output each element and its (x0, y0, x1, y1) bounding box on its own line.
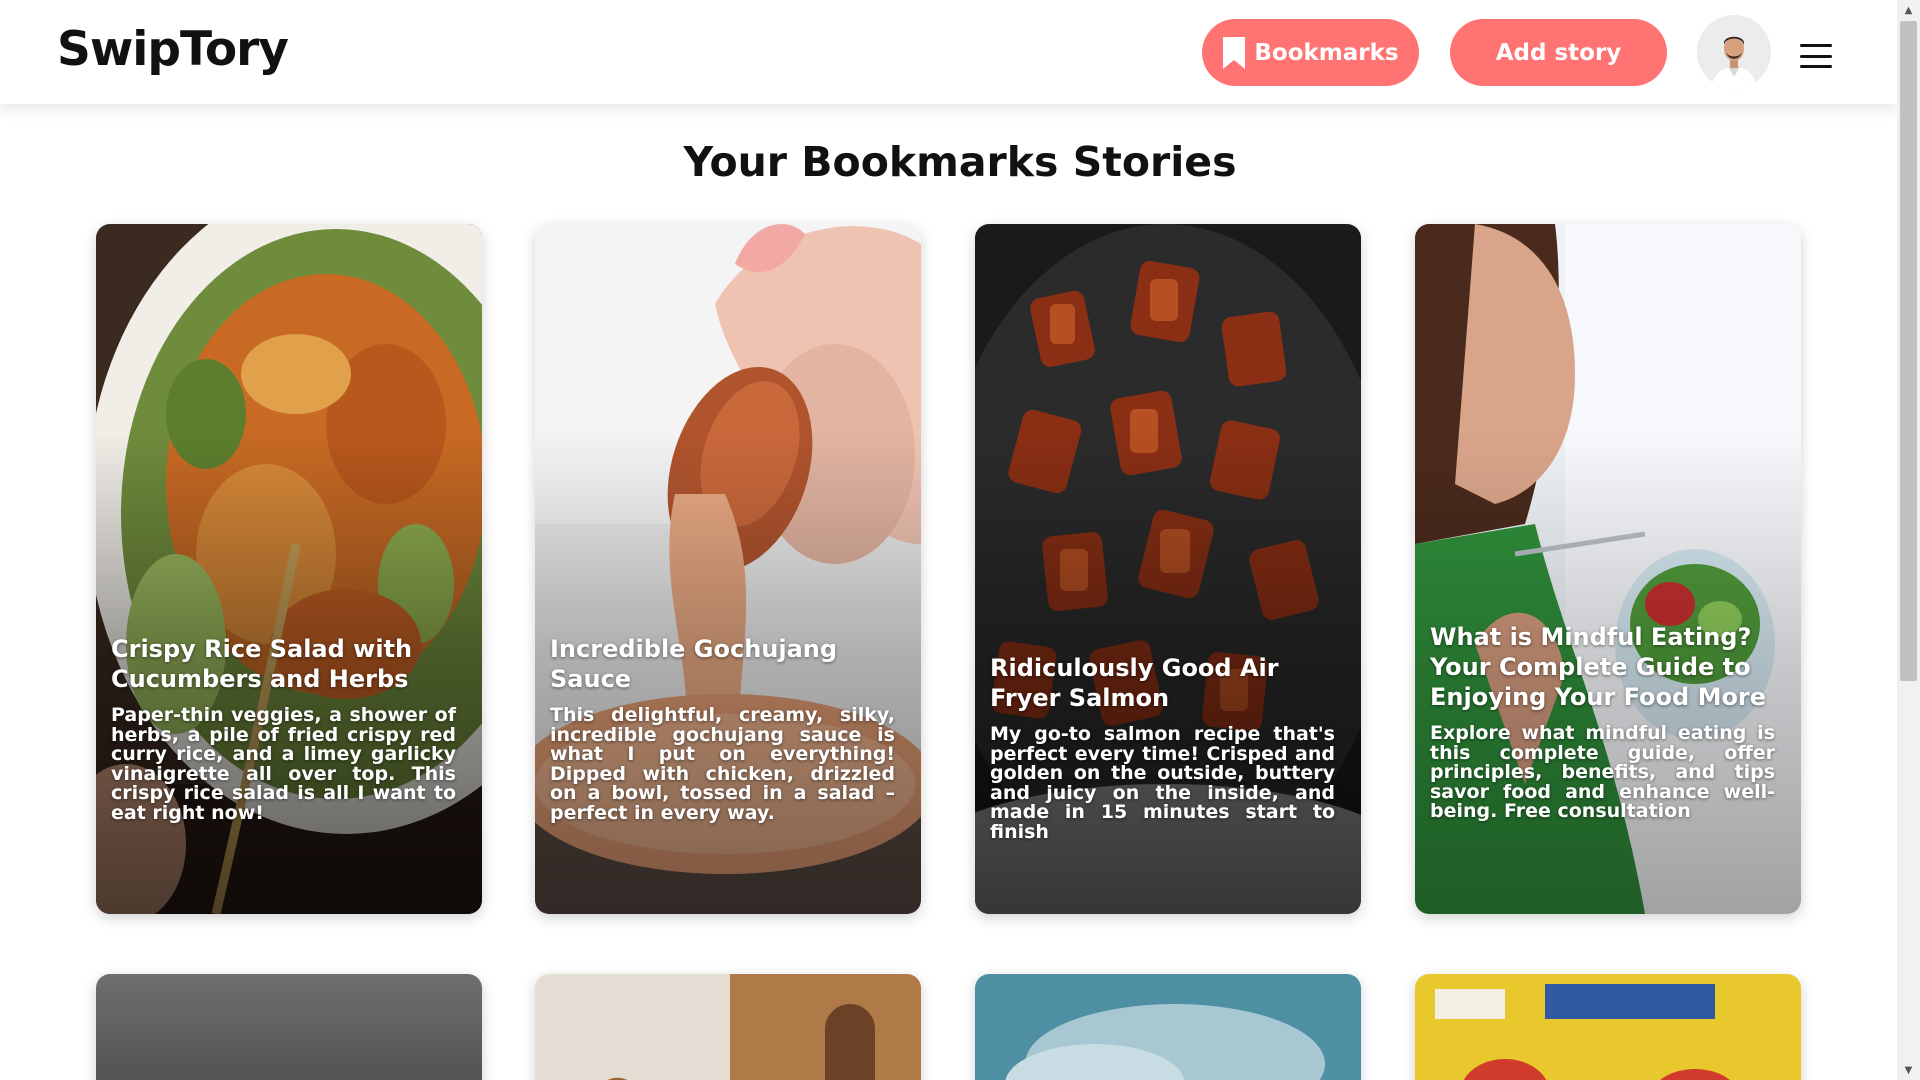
story-image (96, 974, 482, 1080)
story-card[interactable] (975, 974, 1361, 1080)
app-logo[interactable]: SwipTory (57, 22, 289, 77)
story-image (535, 974, 921, 1080)
add-story-button-label: Add story (1495, 39, 1622, 66)
story-card[interactable] (535, 974, 921, 1080)
story-card[interactable]: Incredible Gochujang Sauce This delightf… (535, 224, 921, 914)
scroll-up-icon[interactable]: ▲ (1897, 0, 1920, 20)
story-title: Incredible Gochujang Sauce (550, 635, 838, 693)
viewport: SwipTory Bookmarks Add story Your Bookma… (0, 0, 1897, 1080)
story-card[interactable]: What is Mindful Eating? Your Complete Gu… (1415, 224, 1801, 914)
story-description: Paper-thin veggies, a shower of herbs, a… (111, 704, 456, 824)
story-image (1415, 974, 1801, 1080)
story-card[interactable]: Ridiculously Good Air Fryer Salmon My go… (975, 224, 1361, 914)
story-description: Explore what mindful eating is this comp… (1430, 722, 1775, 822)
bookmarks-button-label: Bookmarks (1254, 39, 1399, 66)
story-title: Crispy Rice Salad with Cucumbers and Her… (111, 635, 413, 693)
scroll-down-icon[interactable]: ▼ (1897, 1060, 1920, 1080)
story-title: Ridiculously Good Air Fryer Salmon (990, 654, 1279, 712)
vertical-scrollbar[interactable]: ▲ ▼ (1897, 0, 1920, 1080)
avatar[interactable] (1697, 15, 1771, 89)
bookmarks-button[interactable]: Bookmarks (1202, 19, 1419, 86)
story-description: This delightful, creamy, silky, incredib… (550, 704, 895, 824)
top-navbar: SwipTory Bookmarks Add story (0, 0, 1897, 104)
story-image (975, 974, 1361, 1080)
hamburger-menu-icon[interactable] (1800, 44, 1832, 68)
add-story-button[interactable]: Add story (1450, 19, 1667, 86)
story-card[interactable] (1415, 974, 1801, 1080)
page-title: Your Bookmarks Stories (683, 138, 1237, 186)
story-description: My go-to salmon recipe that's perfect ev… (990, 723, 1335, 843)
user-avatar-icon (1697, 15, 1771, 89)
bookmark-icon (1222, 36, 1246, 70)
story-title: What is Mindful Eating? Your Complete Gu… (1430, 623, 1767, 711)
story-card[interactable]: Crispy Rice Salad with Cucumbers and Her… (96, 224, 482, 914)
story-card[interactable] (96, 974, 482, 1080)
scrollbar-thumb[interactable] (1900, 21, 1917, 681)
